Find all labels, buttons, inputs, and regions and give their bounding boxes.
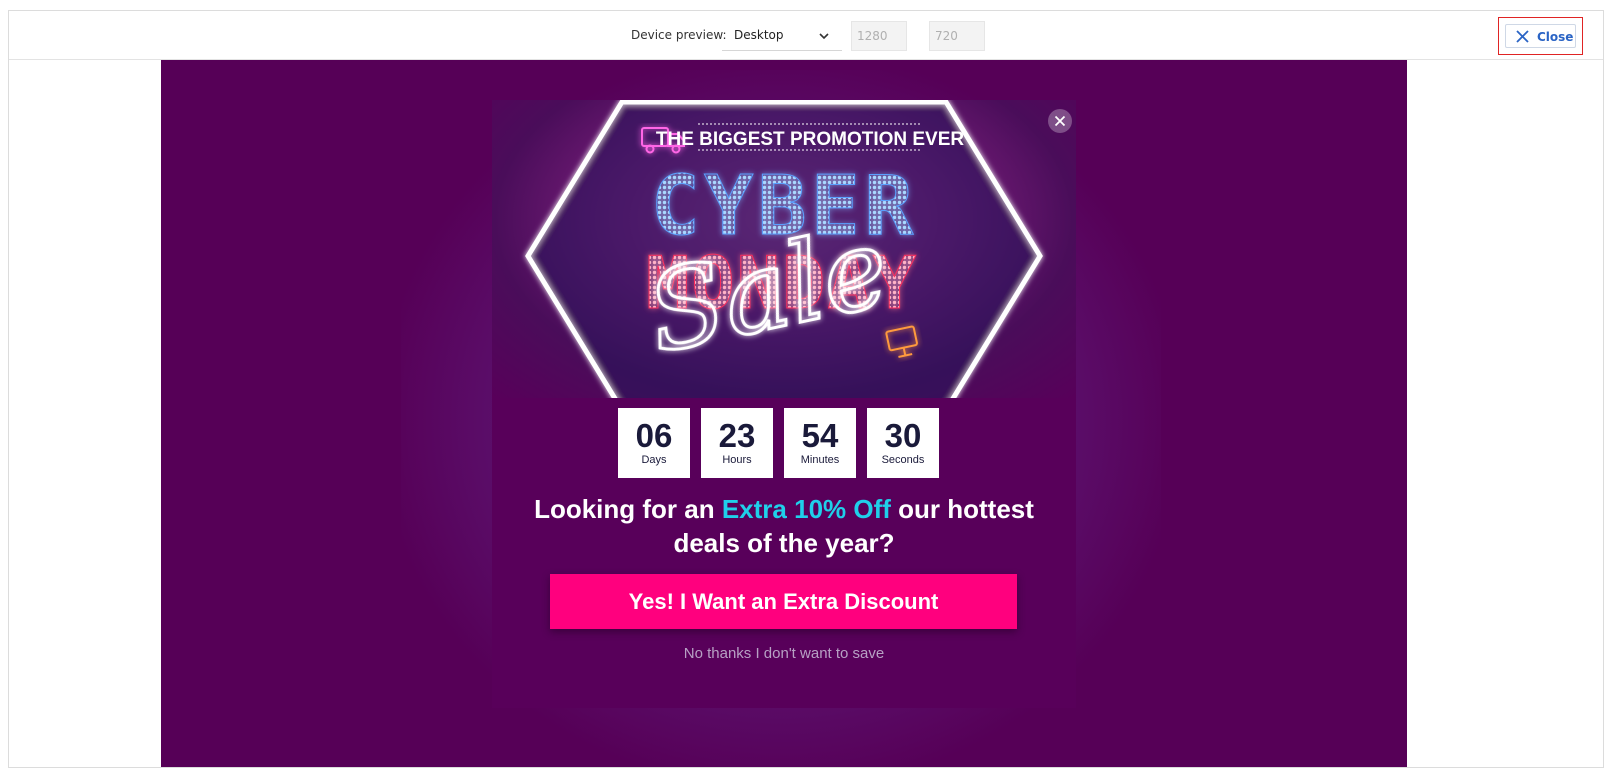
countdown-value: 23 <box>718 417 756 454</box>
device-preview-label: Device preview: <box>631 28 727 42</box>
countdown-timer: 06 Days 23 Hours 54 Minutes 30 Seconds <box>618 408 954 478</box>
countdown-unit: Minutes <box>800 454 840 466</box>
height-input-value: 720 <box>935 29 958 43</box>
close-button-label: Close <box>1537 30 1574 44</box>
countdown-minutes: 54 Minutes <box>784 408 856 478</box>
extra-discount-button[interactable]: Yes! I Want an Extra Discount <box>550 574 1017 629</box>
countdown-unit: Seconds <box>881 454 925 466</box>
banner-tagline: THE BIGGEST PROMOTION EVER <box>656 129 965 150</box>
countdown-value: 30 <box>884 417 922 454</box>
popup-modal: THE BIGGEST PROMOTION EVER CYBER MONDAY … <box>492 100 1076 708</box>
countdown-seconds: 30 Seconds <box>867 408 939 478</box>
decline-link[interactable]: No thanks I don't want to save <box>492 645 1076 662</box>
countdown-value: 06 <box>635 417 673 454</box>
width-input[interactable]: 1280 <box>851 21 907 51</box>
popup-close-button[interactable] <box>1048 109 1072 133</box>
close-icon <box>1516 30 1529 43</box>
device-select[interactable]: Desktop <box>722 21 842 51</box>
height-input[interactable]: 720 <box>929 21 985 51</box>
preview-frame: Device preview: Desktop 1280 X 720 Close <box>8 10 1604 768</box>
cyber-monday-banner: THE BIGGEST PROMOTION EVER CYBER MONDAY … <box>492 100 1076 398</box>
popup-headline: Looking for an Extra 10% Off our hottest… <box>532 492 1036 560</box>
countdown-hours: 23 Hours <box>701 408 773 478</box>
preview-stage: THE BIGGEST PROMOTION EVER CYBER MONDAY … <box>161 60 1407 767</box>
countdown-unit: Hours <box>722 454 752 466</box>
countdown-value: 54 <box>801 417 839 454</box>
close-preview-button[interactable]: Close <box>1505 24 1576 48</box>
countdown-days: 06 Days <box>618 408 690 478</box>
close-button-highlight: Close <box>1498 17 1583 55</box>
countdown-unit: Days <box>641 454 667 466</box>
headline-accent: Extra 10% Off <box>721 494 891 524</box>
width-input-value: 1280 <box>857 29 888 43</box>
cta-label: Yes! I Want an Extra Discount <box>628 589 939 614</box>
preview-toolbar: Device preview: Desktop 1280 X 720 Close <box>9 11 1603 60</box>
close-icon <box>1054 115 1066 127</box>
device-select-value: Desktop <box>734 28 784 42</box>
chevron-down-icon <box>819 33 829 40</box>
headline-before: Looking for an <box>534 494 715 524</box>
